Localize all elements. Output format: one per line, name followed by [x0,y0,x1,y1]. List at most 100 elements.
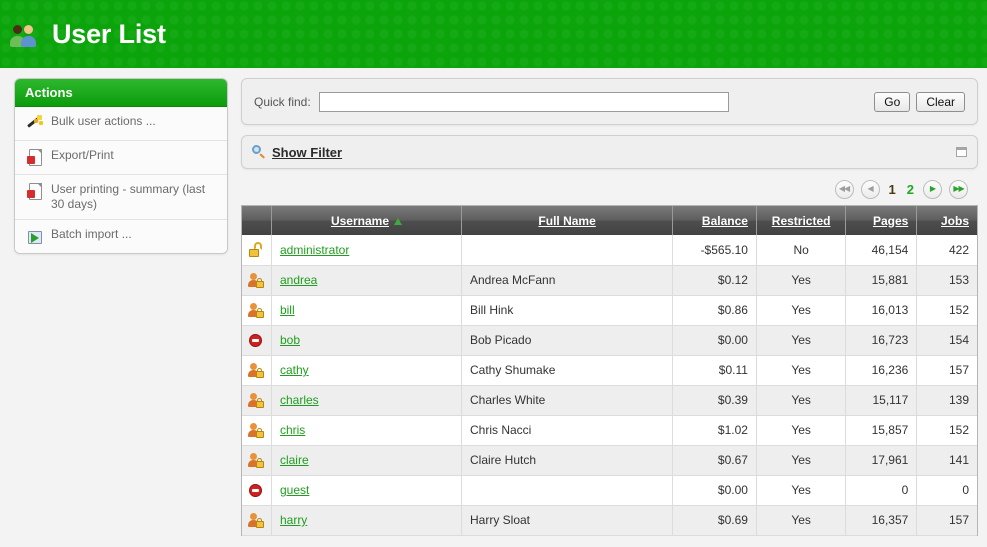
show-filter-link[interactable]: Show Filter [272,145,342,160]
table-header-row: Username Full Name Balance Restricted Pa [242,206,977,235]
column-header-fullname-label[interactable]: Full Name [538,214,595,228]
user-link[interactable]: harry [280,513,307,527]
go-button[interactable]: Go [874,91,911,112]
sidebar-item-user-printing-summary[interactable]: User printing - summary (last 30 days) [15,175,227,220]
cell-restricted: Yes [756,475,847,506]
table-row: guest $0.00 Yes 0 0 [242,475,977,506]
cell-jobs: 152 [916,415,977,446]
column-header-pages-label[interactable]: Pages [873,214,908,228]
user-link[interactable]: guest [280,483,309,497]
cell-fullname: Claire Hutch [461,445,674,476]
cell-fullname [461,475,674,506]
pagination-first-button[interactable]: ◀◀ [834,179,854,199]
no-entry-icon [248,332,264,348]
cell-fullname: Bob Picado [461,325,674,356]
cell-restricted: Yes [756,355,847,386]
column-header-username[interactable]: Username [271,206,463,235]
sidebar-item-export-print[interactable]: Export/Print [15,141,227,175]
clear-button[interactable]: Clear [916,91,965,112]
user-link[interactable]: bill [280,303,295,317]
column-header-jobs-label[interactable]: Jobs [941,214,969,228]
cell-username: claire [271,445,463,476]
user-link[interactable]: charles [280,393,319,407]
magnifier-icon [252,145,266,159]
pagination-page-2[interactable]: 2 [905,182,916,197]
cell-pages: 46,154 [845,235,918,266]
import-icon [27,228,43,244]
column-header-icon [242,206,272,235]
cell-fullname: Harry Sloat [461,505,674,536]
user-link[interactable]: administrator [280,243,349,257]
cell-username: administrator [271,235,463,266]
user-lock-icon [248,392,265,408]
actions-panel-title: Actions [15,79,227,107]
collapse-icon[interactable] [956,147,967,157]
search-input[interactable] [318,91,729,112]
cell-username: guest [271,475,463,506]
pagination-next-button[interactable]: ▶ [923,179,942,199]
cell-username: cathy [271,355,463,386]
cell-username: andrea [271,265,463,296]
user-link[interactable]: cathy [280,363,309,377]
pdf-icon [27,149,43,166]
cell-balance: $0.67 [672,445,757,476]
quick-find-label: Quick find: [254,94,311,109]
user-link[interactable]: bob [280,333,300,347]
row-status-icon-cell [242,295,272,326]
column-header-username-label[interactable]: Username [331,214,389,228]
cell-balance: $0.00 [672,325,757,356]
cell-fullname: Bill Hink [461,295,674,326]
cell-fullname: Andrea McFann [461,265,674,296]
column-header-restricted[interactable]: Restricted [756,206,847,235]
cell-restricted: Yes [756,445,847,476]
user-link[interactable]: andrea [280,273,317,287]
row-status-icon-cell [242,445,272,476]
cell-balance: -$565.10 [672,235,757,266]
cell-jobs: 152 [916,295,977,326]
row-status-icon-cell [242,415,272,446]
cell-fullname: Charles White [461,385,674,416]
cell-pages: 16,236 [845,355,918,386]
table-row: charles Charles White $0.39 Yes 15,117 139 [242,385,977,416]
sidebar-item-label: Export/Print [51,148,114,162]
main-content: Quick find: Go Clear Show Filter ◀◀ ◀ 1 … [241,78,978,536]
cell-jobs: 153 [916,265,977,296]
row-status-icon-cell [242,355,272,386]
row-status-icon-cell [242,235,272,266]
cell-balance: $0.69 [672,505,757,536]
user-link[interactable]: chris [280,423,305,437]
pagination-last-button[interactable]: ▶▶ [949,179,968,199]
cell-pages: 15,117 [845,385,918,416]
table-row: chris Chris Nacci $1.02 Yes 15,857 152 [242,415,977,446]
column-header-balance-label[interactable]: Balance [702,214,748,228]
actions-panel: Actions Bulk user actions ... Export/Pri… [14,78,228,254]
row-status-icon-cell [242,385,272,416]
cell-balance: $0.39 [672,385,757,416]
column-header-pages[interactable]: Pages [845,206,918,235]
quick-find-panel: Quick find: Go Clear [241,78,978,125]
magic-wand-icon [27,115,43,131]
cell-jobs: 157 [916,505,977,536]
column-header-balance[interactable]: Balance [672,206,757,235]
page-header: User List [0,0,987,68]
table-row: andrea Andrea McFann $0.12 Yes 15,881 153 [242,265,977,296]
cell-username: bill [271,295,463,326]
user-lock-icon [248,512,265,528]
table-body: administrator -$565.10 No 46,154 422 andrea An… [242,235,977,536]
sidebar-item-bulk-user-actions[interactable]: Bulk user actions ... [15,107,227,141]
cell-fullname: Chris Nacci [461,415,674,446]
column-header-jobs[interactable]: Jobs [916,206,977,235]
user-link[interactable]: claire [280,453,309,467]
cell-balance: $0.12 [672,265,757,296]
column-header-fullname[interactable]: Full Name [461,206,674,235]
pagination-prev-button[interactable]: ◀ [860,179,880,199]
cell-jobs: 0 [916,475,977,506]
cell-balance: $0.11 [672,355,757,386]
row-status-icon-cell [242,265,272,296]
cell-username: charles [271,385,463,416]
cell-fullname: Cathy Shumake [461,355,674,386]
table-row: claire Claire Hutch $0.67 Yes 17,961 141 [242,445,977,476]
sidebar-item-batch-import[interactable]: Batch import ... [15,220,227,253]
column-header-restricted-label[interactable]: Restricted [772,214,831,228]
cell-balance: $0.86 [672,295,757,326]
